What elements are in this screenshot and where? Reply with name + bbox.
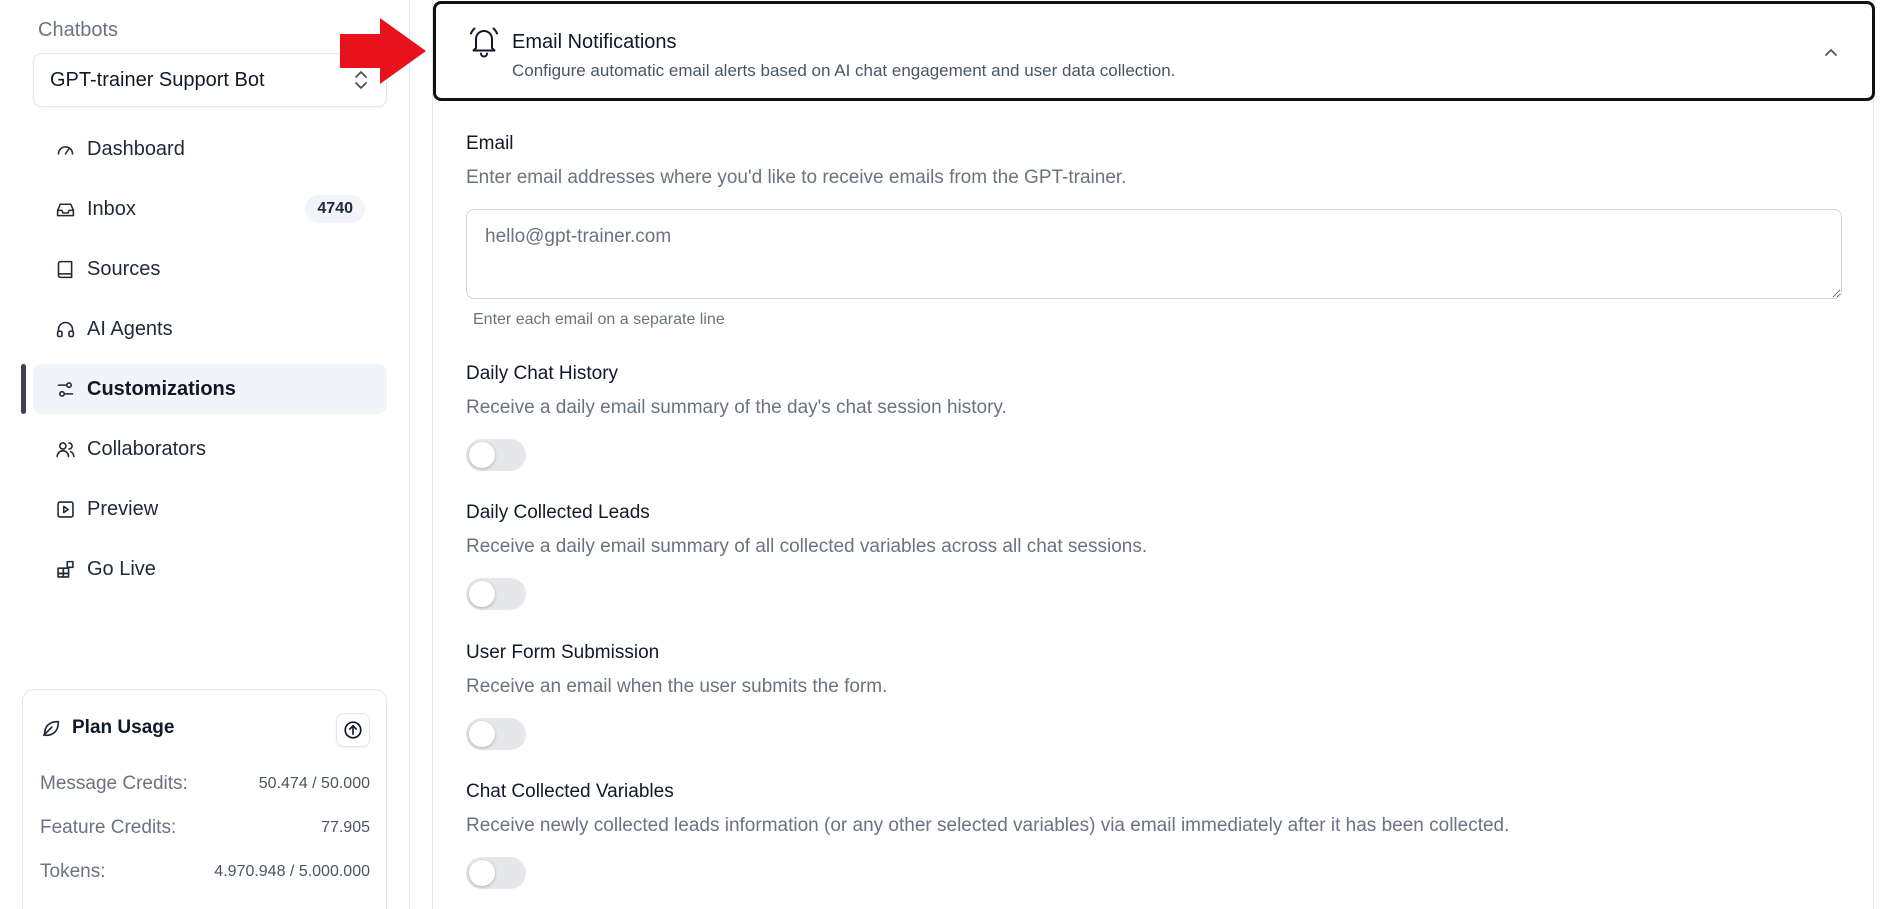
toggle-knob xyxy=(469,721,495,747)
plan-usage-value: 4.970.948 / 5.000.000 xyxy=(214,863,370,880)
plan-usage-title: Plan Usage xyxy=(72,717,175,738)
plan-usage-row-message-credits: Message Credits: 50.474 / 50.000 xyxy=(40,773,370,795)
toggle-knob xyxy=(469,860,495,886)
users-icon xyxy=(54,438,76,460)
email-field-group: Email Enter email addresses where you'd … xyxy=(466,133,1846,189)
sliders-icon xyxy=(54,378,76,400)
email-notifications-accordion-header[interactable]: Email Notifications Configure automatic … xyxy=(433,1,1875,101)
sidebar-item-sources[interactable]: Sources xyxy=(33,244,387,294)
plan-usage-header: Plan Usage xyxy=(40,717,174,739)
sidebar-item-label: Inbox xyxy=(87,197,136,220)
sidebar-nav: Dashboard Inbox 4740 Sources AI Agents C… xyxy=(21,124,387,604)
email-field-hint: Enter each email on a separate line xyxy=(473,311,725,328)
toggle-description: Receive a daily email summary of all col… xyxy=(466,536,1148,557)
section-title: Email Notifications xyxy=(512,31,677,53)
sidebar-item-preview[interactable]: Preview xyxy=(33,484,387,534)
main-content: Email Notifications Configure automatic … xyxy=(432,0,1880,909)
sidebar-item-label: Dashboard xyxy=(87,137,185,160)
bell-icon xyxy=(470,27,498,58)
blocks-icon xyxy=(54,558,76,580)
sidebar-item-go-live[interactable]: Go Live xyxy=(33,544,387,594)
toggle-title: Daily Collected Leads xyxy=(466,502,650,523)
daily-chat-history-toggle[interactable] xyxy=(466,439,526,471)
toggle-title: Chat Collected Variables xyxy=(466,781,674,802)
plan-usage-row-feature-credits: Feature Credits: 77.905 xyxy=(40,817,370,839)
toggle-description: Receive an email when the user submits t… xyxy=(466,676,888,697)
sidebar-item-inbox[interactable]: Inbox 4740 xyxy=(33,184,387,234)
inbox-icon xyxy=(54,198,76,220)
chat-collected-variables-toggle[interactable] xyxy=(466,857,526,889)
chat-collected-variables-group: Chat Collected Variables Receive newly c… xyxy=(466,781,1846,837)
chevron-up-icon[interactable] xyxy=(1822,46,1840,58)
sidebar-item-label: Customizations xyxy=(87,377,236,400)
sidebar: Chatbots GPT-trainer Support Bot Dashboa… xyxy=(0,0,410,909)
annotation-arrow-icon xyxy=(340,18,426,84)
plan-usage-row-tokens: Tokens: 4.970.948 / 5.000.000 xyxy=(40,861,370,883)
chatbots-section-label: Chatbots xyxy=(38,19,119,41)
chatbot-selector-value: GPT-trainer Support Bot xyxy=(50,68,265,91)
toggle-knob xyxy=(469,442,495,468)
plan-usage-label: Message Credits: xyxy=(40,773,188,794)
user-form-submission-toggle[interactable] xyxy=(466,718,526,750)
plan-usage-label: Tokens: xyxy=(40,861,106,882)
upgrade-plan-button[interactable] xyxy=(336,713,370,747)
sidebar-item-label: Go Live xyxy=(87,557,156,580)
sidebar-item-label: Collaborators xyxy=(87,437,206,460)
book-icon xyxy=(54,258,76,280)
sidebar-item-label: Preview xyxy=(87,497,159,520)
inbox-count-badge: 4740 xyxy=(305,195,365,223)
arrow-up-circle-icon xyxy=(344,721,362,739)
sidebar-item-label: Sources xyxy=(87,257,161,280)
gauge-icon xyxy=(54,138,76,160)
plan-usage-card: Plan Usage Message Credits: 50.474 / 50.… xyxy=(22,689,387,909)
toggle-description: Receive newly collected leads informatio… xyxy=(466,815,1510,836)
sidebar-item-label: AI Agents xyxy=(87,317,173,340)
chatbot-selector[interactable]: GPT-trainer Support Bot xyxy=(33,53,387,107)
toggle-knob xyxy=(469,581,495,607)
sidebar-item-collaborators[interactable]: Collaborators xyxy=(33,424,387,474)
sidebar-item-customizations[interactable]: Customizations xyxy=(21,364,387,414)
toggle-description: Receive a daily email summary of the day… xyxy=(466,397,1007,418)
sidebar-item-ai-agents[interactable]: AI Agents xyxy=(33,304,387,354)
user-form-submission-group: User Form Submission Receive an email wh… xyxy=(466,642,1846,698)
plan-usage-label: Feature Credits: xyxy=(40,817,177,838)
section-subtitle: Configure automatic email alerts based o… xyxy=(512,61,1176,80)
plan-usage-value: 77.905 xyxy=(321,819,370,836)
daily-collected-leads-toggle[interactable] xyxy=(466,578,526,610)
plan-usage-value: 50.474 / 50.000 xyxy=(258,775,370,792)
toggle-title: Daily Chat History xyxy=(466,363,619,384)
toggle-title: User Form Submission xyxy=(466,642,660,663)
email-field-title: Email xyxy=(466,133,514,154)
headphones-icon xyxy=(54,318,76,340)
leaf-icon xyxy=(42,720,60,737)
daily-collected-leads-group: Daily Collected Leads Receive a daily em… xyxy=(466,502,1846,558)
daily-chat-history-group: Daily Chat History Receive a daily email… xyxy=(466,363,1846,419)
email-field-description: Enter email addresses where you'd like t… xyxy=(466,167,1127,188)
email-addresses-input[interactable] xyxy=(466,209,1842,299)
play-square-icon xyxy=(54,498,76,520)
sidebar-item-dashboard[interactable]: Dashboard xyxy=(33,124,387,174)
